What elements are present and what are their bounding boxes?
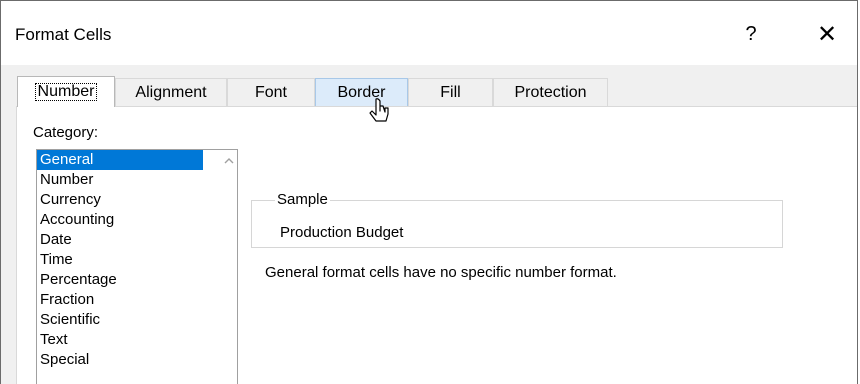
category-item-accounting[interactable]: Accounting: [37, 210, 203, 230]
category-listbox[interactable]: General Number Currency Accounting Date Time P…: [36, 149, 238, 384]
tab-protection[interactable]: Protection: [493, 78, 608, 107]
tab-border-label: Border: [337, 84, 386, 101]
category-item-date[interactable]: Date: [37, 230, 203, 250]
category-item-number[interactable]: Number: [37, 170, 203, 190]
dialog-title: Format Cells: [15, 25, 112, 44]
tab-alignment-label: Alignment: [135, 84, 207, 101]
tab-fill-label: Fill: [440, 84, 461, 101]
sample-value: Production Budget: [280, 224, 404, 241]
tab-font[interactable]: Font: [227, 78, 315, 107]
format-cells-dialog: Format Cells ? ✕ Number Alignment Font B…: [0, 0, 858, 384]
tab-number[interactable]: Number: [17, 76, 115, 107]
title-bar: Format Cells ? ✕: [1, 1, 857, 65]
category-item-scientific[interactable]: Scientific: [37, 310, 203, 330]
help-button[interactable]: ?: [731, 17, 771, 51]
category-item-currency[interactable]: Currency: [37, 190, 203, 210]
tab-protection-label: Protection: [514, 84, 587, 101]
sample-legend: Sample: [275, 191, 330, 208]
number-tab-panel: Category: General Number Currency Accountin…: [16, 106, 857, 384]
category-list: General Number Currency Accounting Date Time P…: [37, 150, 237, 370]
tab-alignment[interactable]: Alignment: [115, 78, 227, 107]
tab-fill[interactable]: Fill: [408, 78, 493, 107]
chevron-up-icon: [224, 157, 233, 163]
tab-number-label: Number: [34, 83, 98, 101]
category-item-text[interactable]: Text: [37, 330, 203, 350]
tab-strip: Number Alignment Font Border Fill Protec…: [17, 76, 608, 107]
category-item-time[interactable]: Time: [37, 250, 203, 270]
category-item-fraction[interactable]: Fraction: [37, 290, 203, 310]
scroll-up-arrow[interactable]: [220, 150, 237, 170]
close-button[interactable]: ✕: [807, 17, 847, 51]
tab-font-label: Font: [254, 84, 287, 101]
category-item-percentage[interactable]: Percentage: [37, 270, 203, 290]
format-description: General format cells have no specific nu…: [265, 264, 617, 281]
tab-border[interactable]: Border: [315, 78, 408, 107]
dialog-body: Number Alignment Font Border Fill Protec…: [1, 65, 857, 384]
category-item-special[interactable]: Special: [37, 350, 203, 370]
category-label: Category:: [33, 124, 99, 141]
category-item-general[interactable]: General: [37, 150, 203, 170]
